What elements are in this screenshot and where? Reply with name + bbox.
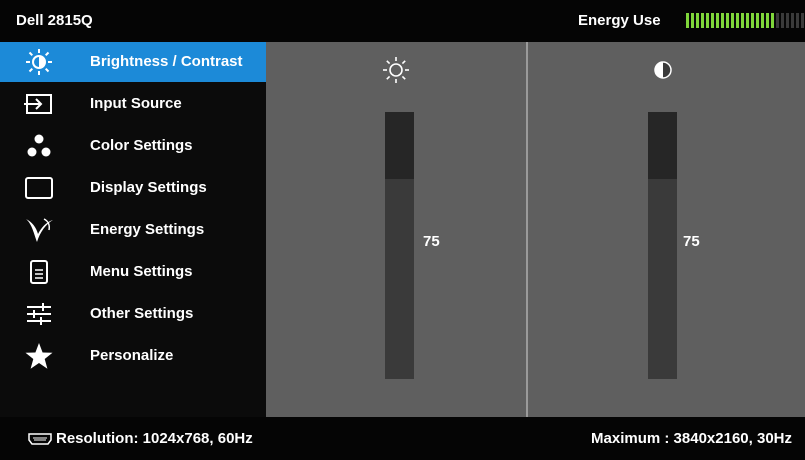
energy-segment bbox=[696, 13, 699, 28]
energy-segment bbox=[776, 13, 779, 28]
input-source-icon bbox=[24, 90, 54, 118]
osd-header: Dell 2815Q Energy Use bbox=[0, 0, 805, 42]
menu-label: Display Settings bbox=[90, 179, 207, 196]
menu-label: Energy Settings bbox=[90, 221, 205, 238]
menu-item-display-settings[interactable]: Display Settings bbox=[0, 168, 266, 208]
energy-segment bbox=[721, 13, 724, 28]
menu-label: Other Settings bbox=[90, 305, 194, 322]
energy-segment bbox=[791, 13, 794, 28]
osd-footer: Resolution: 1024x768, 60Hz Maximum : 384… bbox=[0, 417, 805, 460]
osd-menu: Brightness / Contrast Input Source Color… bbox=[0, 42, 266, 417]
color-dots-icon bbox=[24, 132, 54, 160]
menu-label: Brightness / Contrast bbox=[90, 53, 243, 70]
energy-use-label: Energy Use bbox=[578, 12, 661, 29]
menu-item-input-source[interactable]: Input Source bbox=[0, 84, 266, 124]
energy-segment bbox=[711, 13, 714, 28]
resolution-text: Resolution: 1024x768, 60Hz bbox=[56, 430, 253, 447]
hdmi-icon bbox=[28, 432, 52, 445]
leaf-icon bbox=[24, 216, 54, 244]
sun-icon bbox=[24, 48, 54, 76]
brightness-slider-empty-track bbox=[385, 112, 414, 179]
energy-segment bbox=[686, 13, 689, 28]
display-icon bbox=[24, 174, 54, 202]
energy-segment bbox=[781, 13, 784, 28]
energy-segment bbox=[756, 13, 759, 28]
menu-item-color-settings[interactable]: Color Settings bbox=[0, 126, 266, 166]
energy-segment bbox=[706, 13, 709, 28]
energy-segment bbox=[786, 13, 789, 28]
energy-segment bbox=[701, 13, 704, 28]
energy-segment bbox=[746, 13, 749, 28]
menu-item-menu-settings[interactable]: Menu Settings bbox=[0, 252, 266, 292]
energy-segment bbox=[796, 13, 799, 28]
brightness-slider[interactable] bbox=[385, 112, 414, 379]
sliders-icon bbox=[24, 300, 54, 328]
energy-use-meter bbox=[686, 13, 804, 28]
menu-label: Input Source bbox=[90, 95, 182, 112]
maximum-resolution-text: Maximum : 3840x2160, 30Hz bbox=[591, 430, 792, 447]
contrast-icon bbox=[645, 52, 681, 88]
energy-segment bbox=[731, 13, 734, 28]
menu-item-other-settings[interactable]: Other Settings bbox=[0, 294, 266, 334]
energy-segment bbox=[736, 13, 739, 28]
energy-segment bbox=[761, 13, 764, 28]
star-icon bbox=[24, 342, 54, 370]
energy-segment bbox=[691, 13, 694, 28]
monitor-model: Dell 2815Q bbox=[16, 12, 93, 29]
contrast-panel: 75 bbox=[528, 42, 805, 417]
monitor-osd: Dell 2815Q Energy Use Brightness / Contr… bbox=[0, 0, 805, 460]
menu-item-personalize[interactable]: Personalize bbox=[0, 336, 266, 376]
contrast-value: 75 bbox=[683, 233, 700, 250]
sun-icon bbox=[378, 52, 414, 88]
menu-item-brightness-contrast[interactable]: Brightness / Contrast bbox=[0, 42, 266, 82]
energy-segment bbox=[766, 13, 769, 28]
contrast-slider-empty-track bbox=[648, 112, 677, 179]
contrast-slider[interactable] bbox=[648, 112, 677, 379]
brightness-panel: 75 bbox=[266, 42, 526, 417]
menu-label: Menu Settings bbox=[90, 263, 193, 280]
brightness-value: 75 bbox=[423, 233, 440, 250]
menu-label: Personalize bbox=[90, 347, 174, 364]
energy-segment bbox=[726, 13, 729, 28]
energy-segment bbox=[741, 13, 744, 28]
menu-item-energy-settings[interactable]: Energy Settings bbox=[0, 210, 266, 250]
energy-segment bbox=[771, 13, 774, 28]
menu-doc-icon bbox=[24, 258, 54, 286]
energy-segment bbox=[716, 13, 719, 28]
energy-segment bbox=[751, 13, 754, 28]
energy-segment bbox=[801, 13, 804, 28]
menu-label: Color Settings bbox=[90, 137, 193, 154]
